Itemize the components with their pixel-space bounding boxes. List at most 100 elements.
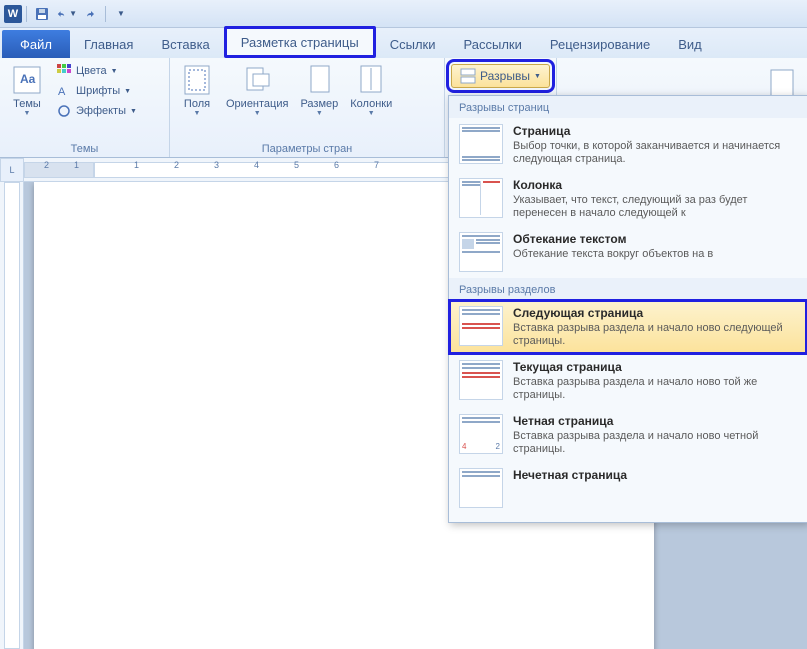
ruler-mark: 7 [374, 160, 379, 170]
tab-review[interactable]: Рецензирование [536, 30, 664, 58]
breaks-dropdown: Разрывы страниц Страница Выбор точки, в … [448, 95, 807, 523]
orientation-label: Ориентация [226, 98, 288, 110]
customize-qat-button[interactable]: ▼ [110, 3, 132, 25]
tab-insert[interactable]: Вставка [147, 30, 223, 58]
colors-label: Цвета [76, 65, 107, 77]
item-title: Четная страница [513, 414, 797, 428]
svg-text:Aa: Aa [20, 72, 36, 86]
column-break-icon [459, 178, 503, 218]
ruler-mark: 5 [294, 160, 299, 170]
ruler-mark: 4 [254, 160, 259, 170]
margins-button[interactable]: Поля ▼ [176, 62, 218, 155]
ribbon-tabs: Файл Главная Вставка Разметка страницы С… [0, 28, 807, 58]
break-continuous-item[interactable]: Текущая страница Вставка разрыва раздела… [449, 354, 807, 408]
themes-button[interactable]: Aa Темы ▼ [6, 62, 48, 155]
separator [26, 6, 27, 22]
ruler-mark: 2 [174, 160, 179, 170]
fonts-label: Шрифты [76, 85, 120, 97]
item-title: Обтекание текстом [513, 232, 797, 246]
themes-label: Темы [13, 98, 41, 110]
chevron-down-icon: ▼ [534, 73, 541, 80]
colors-icon [56, 63, 72, 79]
effects-label: Эффекты [76, 105, 126, 117]
vertical-ruler[interactable] [0, 182, 24, 649]
tab-home[interactable]: Главная [70, 30, 147, 58]
chevron-down-icon: ▼ [368, 110, 375, 117]
tab-page-layout[interactable]: Разметка страницы [224, 26, 376, 58]
columns-icon [355, 64, 387, 96]
item-title: Страница [513, 124, 797, 138]
group-page-setup: Поля ▼ Ориентация ▼ Размер ▼ Колонки ▼ П… [170, 58, 445, 157]
even-page-icon: 24 [459, 414, 503, 454]
themes-icon: Aa [11, 64, 43, 96]
odd-page-icon [459, 468, 503, 508]
ruler-mark: 1 [74, 160, 79, 170]
title-bar: W ▼ ▼ [0, 0, 807, 28]
chevron-down-icon: ▼ [130, 108, 137, 115]
breaks-label: Разрывы [480, 69, 530, 83]
theme-colors-button[interactable]: Цвета ▼ [52, 62, 141, 80]
group-label-themes: Темы [0, 143, 169, 155]
ruler-mark: 2 [44, 160, 49, 170]
undo-icon [55, 7, 68, 21]
chevron-down-icon: ▼ [254, 110, 261, 117]
break-text-wrap-item[interactable]: Обтекание текстом Обтекание текста вокру… [449, 226, 807, 278]
break-column-item[interactable]: Колонка Указывает, что текст, следующий … [449, 172, 807, 226]
orientation-button[interactable]: Ориентация ▼ [222, 62, 292, 155]
redo-button[interactable] [79, 3, 101, 25]
undo-button[interactable]: ▼ [55, 3, 77, 25]
text-wrap-icon [459, 232, 503, 272]
ruler-mark: 3 [214, 160, 219, 170]
dropdown-section-page-breaks: Разрывы страниц [449, 96, 807, 118]
effects-icon [56, 103, 72, 119]
group-themes: Aa Темы ▼ Цвета ▼ A Шрифты ▼ Эффек [0, 58, 170, 157]
item-desc: Вставка разрыва раздела и начало ново то… [513, 376, 797, 402]
chevron-down-icon: ▼ [24, 110, 31, 117]
margins-label: Поля [184, 98, 210, 110]
chevron-down-icon: ▼ [69, 9, 77, 18]
chevron-down-icon: ▼ [111, 68, 118, 75]
chevron-down-icon: ▼ [316, 110, 323, 117]
item-desc: Указывает, что текст, следующий за раз б… [513, 194, 797, 220]
orientation-icon [241, 64, 273, 96]
chevron-down-icon: ▼ [117, 9, 125, 18]
break-page-item[interactable]: Страница Выбор точки, в которой заканчив… [449, 118, 807, 172]
item-title: Колонка [513, 178, 797, 192]
ruler-mark: 1 [134, 160, 139, 170]
continuous-icon [459, 360, 503, 400]
word-app-icon: W [4, 5, 22, 23]
save-button[interactable] [31, 3, 53, 25]
svg-text:A: A [58, 86, 66, 98]
item-desc: Вставка разрыва раздела и начало ново сл… [513, 322, 797, 348]
theme-effects-button[interactable]: Эффекты ▼ [52, 102, 141, 120]
ruler-corner[interactable]: L [0, 158, 24, 182]
item-desc: Вставка разрыва раздела и начало ново че… [513, 430, 797, 456]
break-next-page-item[interactable]: Следующая страница Вставка разрыва разде… [449, 300, 807, 354]
size-button[interactable]: Размер ▼ [296, 62, 342, 155]
chevron-down-icon: ▼ [194, 110, 201, 117]
columns-button[interactable]: Колонки ▼ [346, 62, 396, 155]
page-break-icon [459, 124, 503, 164]
item-title: Следующая страница [513, 306, 797, 320]
ruler-mark: 6 [334, 160, 339, 170]
break-odd-page-item[interactable]: Нечетная страница [449, 462, 807, 514]
item-title: Текущая страница [513, 360, 797, 374]
tab-file[interactable]: Файл [2, 30, 70, 58]
item-desc: Обтекание текста вокруг объектов на в [513, 248, 797, 261]
tab-mailings[interactable]: Рассылки [450, 30, 536, 58]
breaks-button[interactable]: Разрывы ▼ [451, 64, 550, 88]
tab-view[interactable]: Вид [664, 30, 716, 58]
theme-fonts-button[interactable]: A Шрифты ▼ [52, 82, 141, 100]
margins-icon [181, 64, 213, 96]
redo-icon [83, 7, 97, 21]
size-label: Размер [300, 98, 338, 110]
columns-label: Колонки [350, 98, 392, 110]
fonts-icon: A [56, 83, 72, 99]
item-title: Нечетная страница [513, 468, 797, 482]
separator [105, 6, 106, 22]
tab-references[interactable]: Ссылки [376, 30, 450, 58]
break-even-page-item[interactable]: 24 Четная страница Вставка разрыва разде… [449, 408, 807, 462]
chevron-down-icon: ▼ [124, 88, 131, 95]
next-page-icon [459, 306, 503, 346]
save-icon [35, 7, 49, 21]
